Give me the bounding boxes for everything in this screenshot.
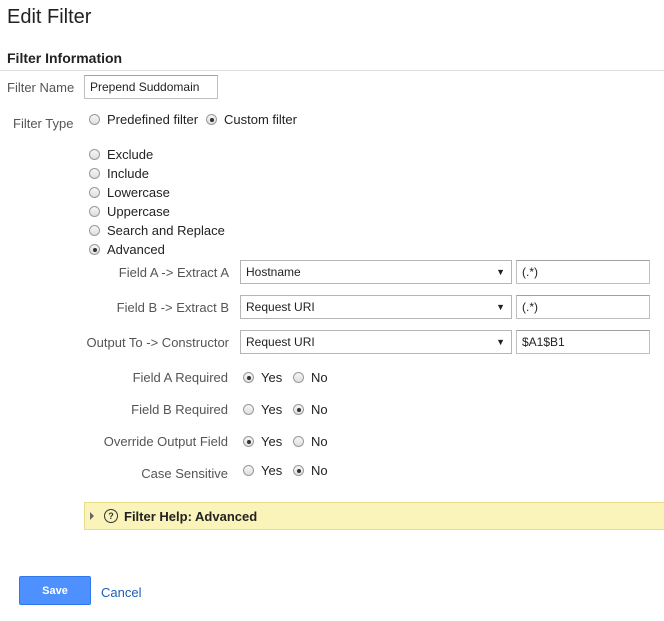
advanced-radio[interactable] [89,244,100,255]
predefined-filter-label: Predefined filter [107,112,199,127]
extract-b-input[interactable]: (.*) [516,295,650,319]
override-output-no[interactable]: No [293,434,328,449]
field-a-label: Field A -> Extract A [118,265,229,280]
dropdown-arrow-icon: ▼ [496,302,505,312]
no-label: No [311,402,328,417]
search-replace-radio[interactable] [89,225,100,236]
page-title: Edit Filter [7,6,92,28]
option-lowercase[interactable]: Lowercase [89,185,170,200]
save-button[interactable]: Save [19,576,91,605]
case-sensitive-no-radio[interactable] [293,465,304,476]
field-a-select[interactable]: Hostname ▼ [240,260,512,284]
field-b-required-no[interactable]: No [293,402,328,417]
output-select-value: Request URI [246,335,315,349]
include-radio[interactable] [89,168,100,179]
option-search-replace[interactable]: Search and Replace [89,223,225,238]
field-a-required-yes[interactable]: Yes [243,370,282,385]
filter-type-label: Filter Type [13,116,74,131]
field-a-required-no[interactable]: No [293,370,328,385]
no-label: No [311,463,328,478]
dropdown-arrow-icon: ▼ [496,267,505,277]
case-sensitive-no[interactable]: No [293,463,328,478]
field-a-required-label: Field A Required [132,370,228,385]
help-circle-icon: ? [104,509,118,523]
cancel-link[interactable]: Cancel [101,585,141,600]
field-b-required-yes[interactable]: Yes [243,402,282,417]
predefined-filter-radio[interactable] [89,114,100,125]
case-sensitive-label: Case Sensitive [141,466,228,481]
extract-a-input[interactable]: (.*) [516,260,650,284]
option-uppercase[interactable]: Uppercase [89,204,170,219]
filter-type-predefined[interactable]: Predefined filter [89,112,198,127]
override-output-yes[interactable]: Yes [243,434,282,449]
yes-label: Yes [261,402,283,417]
custom-filter-label: Custom filter [224,112,297,127]
yes-label: Yes [261,463,283,478]
no-label: No [311,434,328,449]
field-b-select[interactable]: Request URI ▼ [240,295,512,319]
section-divider [0,70,664,71]
option-exclude[interactable]: Exclude [89,147,153,162]
advanced-label: Advanced [107,242,165,257]
yes-label: Yes [261,434,283,449]
section-title: Filter Information [7,50,123,66]
filter-name-label: Filter Name [7,80,75,95]
override-output-yes-radio[interactable] [243,436,254,447]
field-b-select-value: Request URI [246,300,315,314]
search-replace-label: Search and Replace [107,223,225,238]
lowercase-radio[interactable] [89,187,100,198]
field-a-select-value: Hostname [246,265,301,279]
filter-type-custom[interactable]: Custom filter [206,112,297,127]
uppercase-radio[interactable] [89,206,100,217]
lowercase-label: Lowercase [107,185,170,200]
exclude-radio[interactable] [89,149,100,160]
field-b-required-yes-radio[interactable] [243,404,254,415]
field-b-label: Field B -> Extract B [116,300,229,315]
case-sensitive-yes-radio[interactable] [243,465,254,476]
override-output-label: Override Output Field [103,434,228,449]
output-label: Output To -> Constructor [86,335,229,350]
field-a-required-yes-radio[interactable] [243,372,254,383]
field-a-required-no-radio[interactable] [293,372,304,383]
include-label: Include [107,166,149,181]
uppercase-label: Uppercase [107,204,170,219]
override-output-no-radio[interactable] [293,436,304,447]
option-include[interactable]: Include [89,166,149,181]
custom-filter-radio[interactable] [206,114,217,125]
exclude-label: Exclude [107,147,154,162]
constructor-input[interactable]: $A1$B1 [516,330,650,354]
field-b-required-label: Field B Required [131,402,228,417]
dropdown-arrow-icon: ▼ [496,337,505,347]
output-select[interactable]: Request URI ▼ [240,330,512,354]
option-advanced[interactable]: Advanced [89,242,165,257]
case-sensitive-yes[interactable]: Yes [243,463,282,478]
no-label: No [311,370,328,385]
expand-triangle-icon [90,512,94,520]
filter-help-label: Filter Help: Advanced [124,508,258,524]
filter-help-toggle[interactable]: ? Filter Help: Advanced [84,502,664,530]
field-b-required-no-radio[interactable] [293,404,304,415]
yes-label: Yes [261,370,283,385]
filter-name-input[interactable]: Prepend Suddomain [84,75,218,99]
